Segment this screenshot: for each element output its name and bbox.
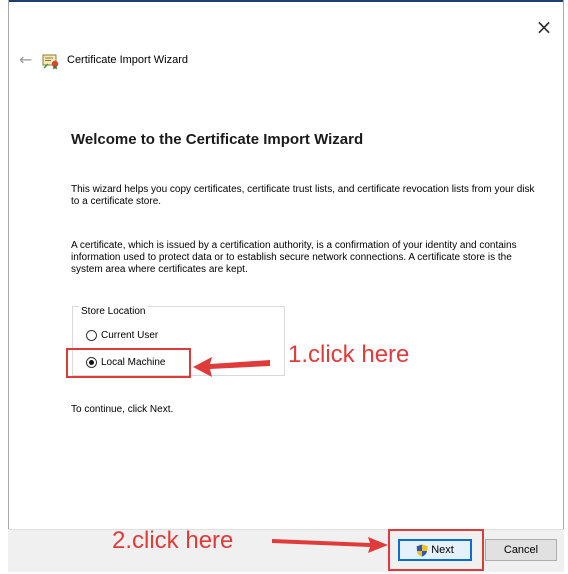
wizard-title: Certificate Import Wizard [67,54,189,66]
wizard-window: × ← [8,0,564,572]
page-heading: Welcome to the Certificate Import Wizard [71,131,364,148]
close-button[interactable]: × [533,16,555,38]
annotation-highlight-next [388,529,484,571]
intro-paragraph: This wizard helps you copy certificates,… [71,184,535,207]
radio-button-unchecked[interactable] [86,330,97,341]
continue-instruction: To continue, click Next. [71,404,174,415]
annotation-step1-text: 1.click here [288,341,410,368]
cancel-button[interactable]: Cancel [485,539,557,561]
certificate-icon [42,54,59,70]
certificate-description-paragraph: A certificate, which is issued by a cert… [71,240,517,275]
annotation-highlight-local-machine [66,348,191,378]
window-top-border [9,0,563,2]
back-arrow-icon[interactable]: ← [19,50,32,69]
radio-current-user[interactable]: Current User [86,330,158,341]
annotation-step2-text: 2.click here [112,527,234,554]
radio-current-user-label: Current User [101,330,159,341]
store-location-legend: Store Location [79,306,148,317]
